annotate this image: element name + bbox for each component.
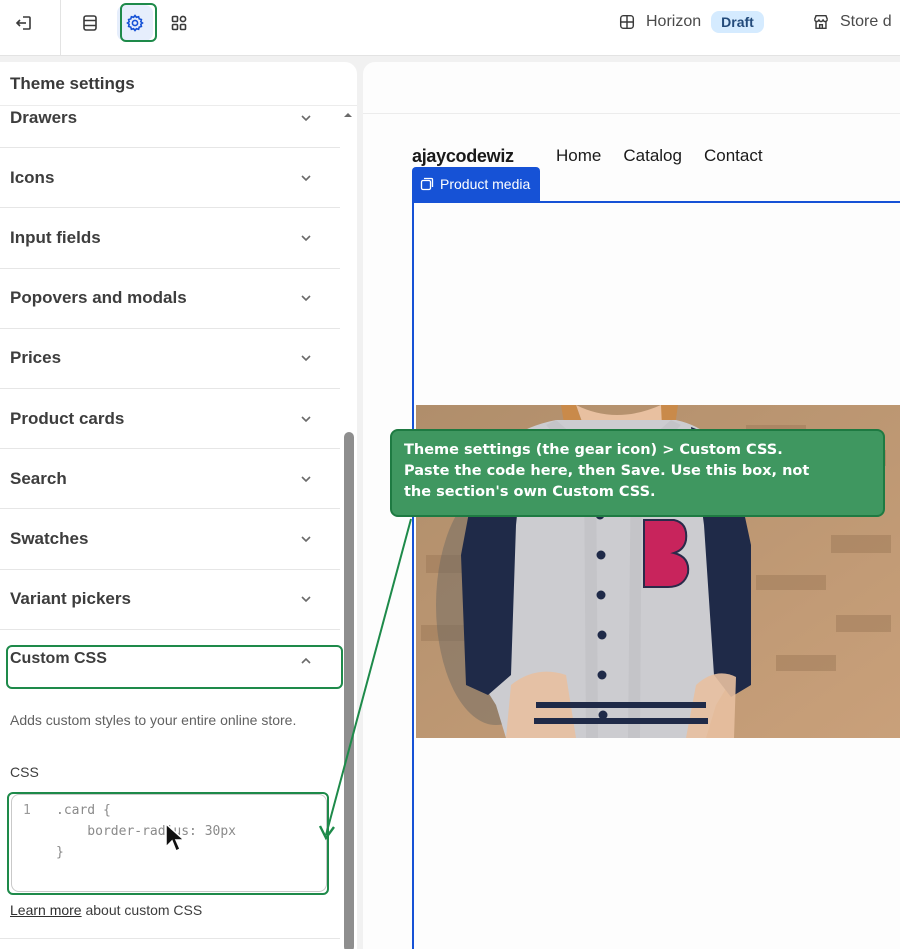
accordion-popovers-and-modals[interactable]: Popovers and modals	[0, 269, 340, 329]
accordion-input-fields[interactable]: Input fields	[0, 208, 340, 269]
nav-catalog[interactable]: Catalog	[623, 146, 682, 166]
store-brand[interactable]: ajaycodewiz	[412, 146, 514, 167]
settings-accordion-list: Drawers Icons Input fields Popovers and …	[0, 88, 340, 630]
sections-icon	[83, 15, 97, 31]
custom-css-section: Custom CSS Adds custom styles to your en…	[0, 630, 340, 949]
accordion-swatches[interactable]: Swatches	[0, 509, 340, 570]
code-line-1: .card {	[56, 803, 111, 818]
product-media-tab[interactable]: Product media	[412, 167, 541, 201]
theme-info[interactable]: Horizon Draft	[618, 8, 764, 36]
section-divider	[0, 938, 340, 939]
learn-more-text: Learn more about custom CSS	[10, 902, 202, 918]
accordion-label: Popovers and modals	[10, 288, 187, 308]
accordion-label: Input fields	[10, 227, 101, 247]
store-button[interactable]: Store d	[812, 8, 892, 36]
theme-name: Horizon	[646, 13, 702, 30]
store-label: Store d	[840, 13, 892, 30]
css-field-label: CSS	[10, 764, 39, 780]
nav-contact[interactable]: Contact	[704, 146, 763, 166]
accordion-prices[interactable]: Prices	[0, 329, 340, 389]
gear-icon	[126, 14, 144, 32]
preview-toolbar-divider	[363, 113, 900, 114]
accordion-label: Drawers	[10, 107, 78, 127]
mouse-cursor-icon	[165, 823, 186, 853]
product-media-label: Product media	[440, 176, 531, 192]
callout-line-1: Theme settings (the gear icon) > Custom …	[404, 442, 783, 458]
accordion-variant-pickers[interactable]: Variant pickers	[0, 570, 340, 630]
accordion-label: Swatches	[10, 528, 89, 548]
exit-button[interactable]	[6, 5, 42, 41]
nav-home[interactable]: Home	[556, 146, 601, 166]
instruction-callout: Theme settings (the gear icon) > Custom …	[390, 429, 885, 517]
chevron-down-icon	[301, 295, 311, 302]
chevron-down-icon	[301, 415, 311, 422]
custom-css-accordion-label[interactable]: Custom CSS	[10, 650, 107, 668]
media-icon	[420, 177, 434, 191]
chevron-down-icon	[301, 476, 311, 482]
store-nav: Home Catalog Contact	[556, 146, 763, 166]
scroll-up-arrow-icon[interactable]	[343, 110, 353, 120]
accordion-search[interactable]: Search	[0, 449, 340, 510]
accordion-label: Icons	[10, 167, 55, 187]
layout-icon	[619, 14, 635, 30]
status-badge: Draft	[711, 11, 764, 33]
topbar-divider	[60, 0, 61, 56]
accordion-label: Prices	[10, 348, 62, 368]
accordion-drawers[interactable]: Drawers	[0, 88, 340, 149]
callout-line-2: Paste the code here, then Save. Use this…	[404, 463, 810, 479]
chevron-down-icon	[301, 536, 311, 543]
chevron-up-icon[interactable]	[298, 653, 314, 669]
code-line-3: }	[56, 845, 64, 860]
callout-line-3: the section's own Custom CSS.	[404, 484, 656, 500]
custom-css-description: Adds custom styles to your entire online…	[10, 712, 297, 728]
learn-more-link[interactable]: Learn more	[10, 902, 82, 918]
line-number: 1	[23, 803, 31, 818]
sections-button[interactable]	[72, 5, 108, 41]
code-line-2: border-radius: 30px	[56, 824, 237, 839]
theme-settings-panel: Theme settings Drawers Icons Input field…	[0, 62, 357, 949]
accordion-icons[interactable]: Icons	[0, 148, 340, 209]
exit-icon	[15, 16, 31, 30]
accordion-label: Variant pickers	[10, 589, 131, 609]
apps-icon	[171, 15, 187, 31]
chevron-down-icon	[301, 355, 311, 362]
chevron-down-icon	[301, 115, 311, 121]
store-icon	[813, 14, 829, 30]
accordion-product-cards[interactable]: Product cards	[0, 389, 340, 450]
chevron-down-icon	[301, 235, 311, 242]
theme-settings-button[interactable]	[117, 5, 153, 41]
learn-more-rest: about custom CSS	[81, 902, 203, 918]
chevron-down-icon	[301, 175, 311, 181]
accordion-label: Product cards	[10, 408, 125, 428]
accordion-label: Search	[10, 468, 67, 488]
scrollbar-thumb[interactable]	[344, 432, 354, 949]
chevron-down-icon	[301, 596, 311, 603]
apps-button[interactable]	[161, 5, 197, 41]
top-bar: Horizon Draft Store d	[0, 0, 900, 56]
